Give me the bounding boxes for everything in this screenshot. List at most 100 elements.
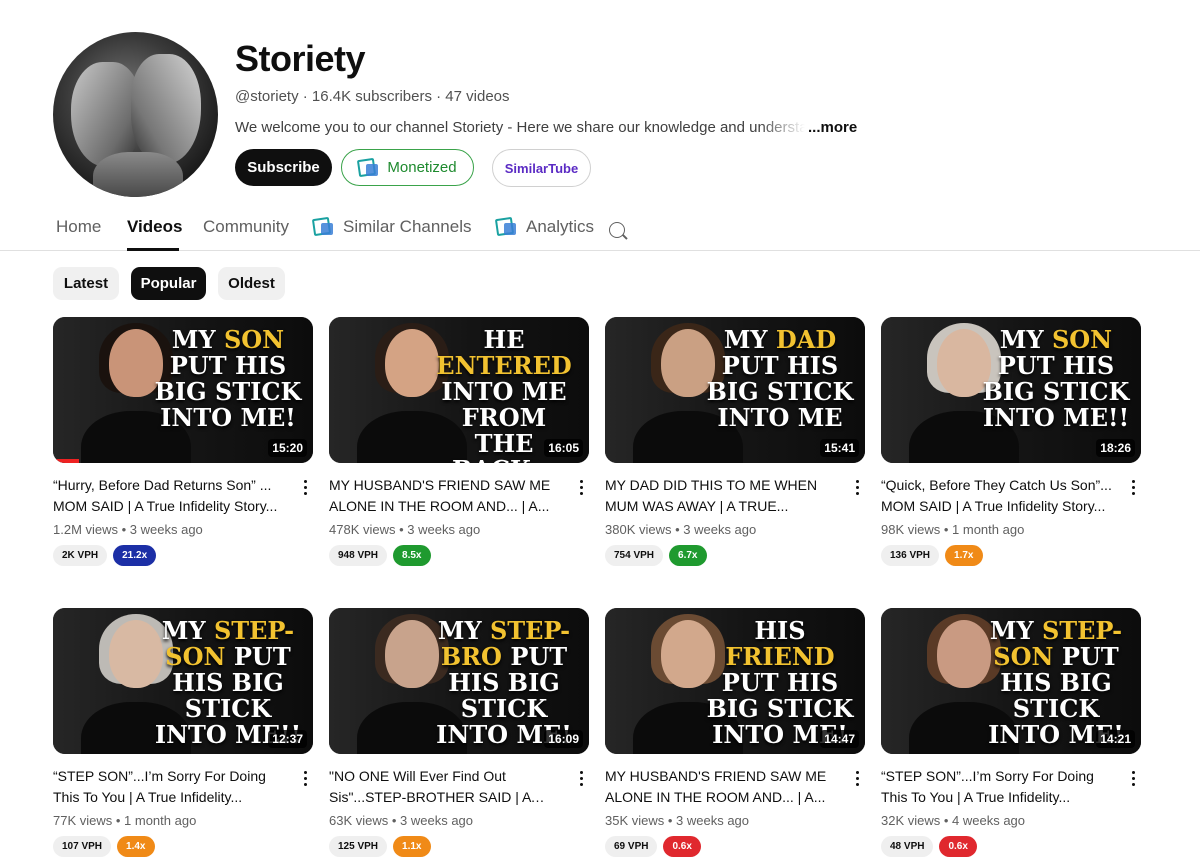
filter-oldest[interactable]: Oldest <box>218 267 285 300</box>
thumbnail-text-lead: HIS <box>754 616 806 645</box>
outlier-multiplier-badge: 1.1x <box>393 836 431 857</box>
video-thumbnail[interactable]: HIS FRIEND PUT HIS BIG STICK INTO ME! 14:… <box>605 608 865 754</box>
video-title[interactable]: "NO ONE Will Ever Find Out Sis"...STEP-B… <box>329 766 561 808</box>
similartube-button[interactable]: SimilarTube <box>492 149 591 187</box>
vertical-dots-icon[interactable] <box>573 768 589 788</box>
vertical-dots-icon[interactable] <box>573 477 589 497</box>
vertical-dots-icon[interactable] <box>297 768 313 788</box>
vertical-dots-icon[interactable] <box>297 477 313 497</box>
video-card[interactable]: MY SON PUT HIS BIG STICK INTO ME!! 18:26 “… <box>881 317 1143 566</box>
video-card[interactable]: HIS FRIEND PUT HIS BIG STICK INTO ME! 14:… <box>605 608 867 857</box>
thumbnail-text: MY SON PUT HIS BIG STICK INTO ME! <box>153 327 303 431</box>
video-title[interactable]: MY HUSBAND'S FRIEND SAW ME ALONE IN THE … <box>329 475 561 517</box>
tab-home[interactable]: Home <box>56 217 101 237</box>
vph-badge: 48 VPH <box>881 836 934 857</box>
description-more-link[interactable]: ...more <box>808 119 857 136</box>
vph-badge: 107 VPH <box>53 836 112 857</box>
tab-similar-channels[interactable]: Similar Channels <box>313 217 472 237</box>
video-thumbnail[interactable]: MY STEP-BRO PUT HIS BIG STICK INTO ME! 16… <box>329 608 589 754</box>
video-title[interactable]: “Quick, Before They Catch Us Son”... MOM… <box>881 475 1113 517</box>
video-card[interactable]: MY SON PUT HIS BIG STICK INTO ME! 15:20 “H… <box>53 317 315 566</box>
tab-analytics[interactable]: Analytics <box>496 217 594 237</box>
video-thumbnail[interactable]: MY STEP-SON PUT HIS BIG STICK INTO ME!! 1… <box>53 608 313 754</box>
thumbnail-text-rest: PUT HIS BIG STICK INTO ME!! <box>982 350 1130 432</box>
video-meta: 63K views • 3 weeks ago <box>329 813 474 828</box>
video-duration: 15:41 <box>820 439 859 457</box>
outlier-multiplier-badge: 6.7x <box>669 545 707 566</box>
video-thumbnail[interactable]: HE ENTERED INTO ME FROM THE BACK...16:05 <box>329 317 589 463</box>
video-card[interactable]: MY STEP-BRO PUT HIS BIG STICK INTO ME! 16… <box>329 608 591 857</box>
tab-community[interactable]: Community <box>203 217 289 237</box>
thumbnail-text: MY STEP-SON PUT HIS BIG STICK INTO ME!! <box>153 618 303 748</box>
video-title[interactable]: MY DAD DID THIS TO ME WHEN MUM WAS AWAY … <box>605 475 837 517</box>
video-duration: 12:37 <box>268 730 307 748</box>
video-duration: 18:26 <box>1096 439 1135 457</box>
video-card[interactable]: MY STEP-SON PUT HIS BIG STICK INTO ME! 14… <box>881 608 1143 857</box>
nexlev-logo-icon <box>358 159 380 177</box>
vertical-dots-icon[interactable] <box>849 768 865 788</box>
subscribe-button[interactable]: Subscribe <box>235 149 332 186</box>
nexlev-logo-icon <box>313 218 335 236</box>
thumbnail-text-highlight: SON <box>223 325 285 354</box>
video-title[interactable]: “STEP SON”...I’m Sorry For Doing This To… <box>881 766 1113 808</box>
channel-meta: @storiety · 16.4K subscribers · 47 video… <box>235 88 510 105</box>
thumbnail-text-lead: HE <box>483 325 525 354</box>
vertical-dots-icon[interactable] <box>1125 477 1141 497</box>
channel-description[interactable]: We welcome you to our channel Storiety -… <box>235 119 805 136</box>
vph-badge: 2K VPH <box>53 545 108 566</box>
vph-badge: 69 VPH <box>605 836 658 857</box>
video-meta: 1.2M views • 3 weeks ago <box>53 522 203 537</box>
vertical-dots-icon[interactable] <box>849 477 865 497</box>
video-thumbnail[interactable]: MY SON PUT HIS BIG STICK INTO ME!! 18:26 <box>881 317 1141 463</box>
outlier-multiplier-badge: 8.5x <box>393 545 431 566</box>
tab-videos-label: Videos <box>127 217 183 236</box>
outlier-multiplier-badge: 21.2x <box>113 545 157 566</box>
video-thumbnail[interactable]: MY DAD PUT HIS BIG STICK INTO ME 15:41 <box>605 317 865 463</box>
vph-badge: 136 VPH <box>881 545 940 566</box>
video-meta: 380K views • 3 weeks ago <box>605 522 757 537</box>
thumbnail-text-lead: MY <box>437 616 490 645</box>
thumbnail-text-highlight: DAD <box>775 325 837 354</box>
video-thumbnail[interactable]: MY SON PUT HIS BIG STICK INTO ME! 15:20 <box>53 317 313 463</box>
avatar-neck <box>93 152 183 197</box>
search-icon[interactable] <box>608 221 628 241</box>
thumbnail-text: MY STEP-SON PUT HIS BIG STICK INTO ME! <box>981 618 1131 748</box>
video-badges: 69 VPH 0.6x <box>605 836 867 857</box>
channel-avatar[interactable] <box>53 32 218 197</box>
video-card[interactable]: MY DAD PUT HIS BIG STICK INTO ME 15:41 MY … <box>605 317 867 566</box>
monetized-button[interactable]: Monetized <box>341 149 474 186</box>
video-title[interactable]: MY HUSBAND'S FRIEND SAW ME ALONE IN THE … <box>605 766 837 808</box>
video-card[interactable]: MY STEP-SON PUT HIS BIG STICK INTO ME!! 1… <box>53 608 315 857</box>
monetized-label: Monetized <box>387 159 457 176</box>
thumbnail-text: HIS FRIEND PUT HIS BIG STICK INTO ME! <box>705 618 855 748</box>
thumbnail-text-highlight: SON <box>1051 325 1113 354</box>
thumbnail-text-rest: PUT HIS BIG STICK INTO ME! <box>154 350 302 432</box>
video-card[interactable]: HE ENTERED INTO ME FROM THE BACK...16:05… <box>329 317 591 566</box>
thumbnail-text-lead: MY <box>161 616 214 645</box>
tab-similar-channels-label: Similar Channels <box>343 217 472 236</box>
outlier-multiplier-badge: 0.6x <box>663 836 701 857</box>
video-badges: 48 VPH 0.6x <box>881 836 1143 857</box>
filter-popular[interactable]: Popular <box>131 267 206 300</box>
thumbnail-text: MY DAD PUT HIS BIG STICK INTO ME <box>705 327 855 431</box>
outlier-multiplier-badge: 1.4x <box>117 836 155 857</box>
video-meta: 478K views • 3 weeks ago <box>329 522 481 537</box>
channel-tabs: Home Videos Community Similar Channels A… <box>0 206 1200 251</box>
thumbnail-text-lead: MY <box>989 616 1042 645</box>
video-duration: 14:47 <box>820 730 859 748</box>
tab-videos[interactable]: Videos <box>127 217 182 237</box>
video-title[interactable]: “STEP SON”...I’m Sorry For Doing This To… <box>53 766 285 808</box>
video-badges: 948 VPH 8.5x <box>329 545 591 566</box>
nexlev-logo-icon <box>496 218 518 236</box>
filter-latest[interactable]: Latest <box>53 267 119 300</box>
vertical-dots-icon[interactable] <box>1125 768 1141 788</box>
thumbnail-text-lead: MY <box>171 325 224 354</box>
video-duration: 16:09 <box>544 730 583 748</box>
video-thumbnail[interactable]: MY STEP-SON PUT HIS BIG STICK INTO ME! 14… <box>881 608 1141 754</box>
avatar-face-right <box>131 54 201 164</box>
thumbnail-text-rest: PUT HIS BIG STICK INTO ME <box>706 350 854 432</box>
thumbnail-text: MY SON PUT HIS BIG STICK INTO ME!! <box>981 327 1131 431</box>
video-badges: 107 VPH 1.4x <box>53 836 315 857</box>
video-title[interactable]: “Hurry, Before Dad Returns Son” ... MOM … <box>53 475 285 517</box>
video-badges: 125 VPH 1.1x <box>329 836 591 857</box>
